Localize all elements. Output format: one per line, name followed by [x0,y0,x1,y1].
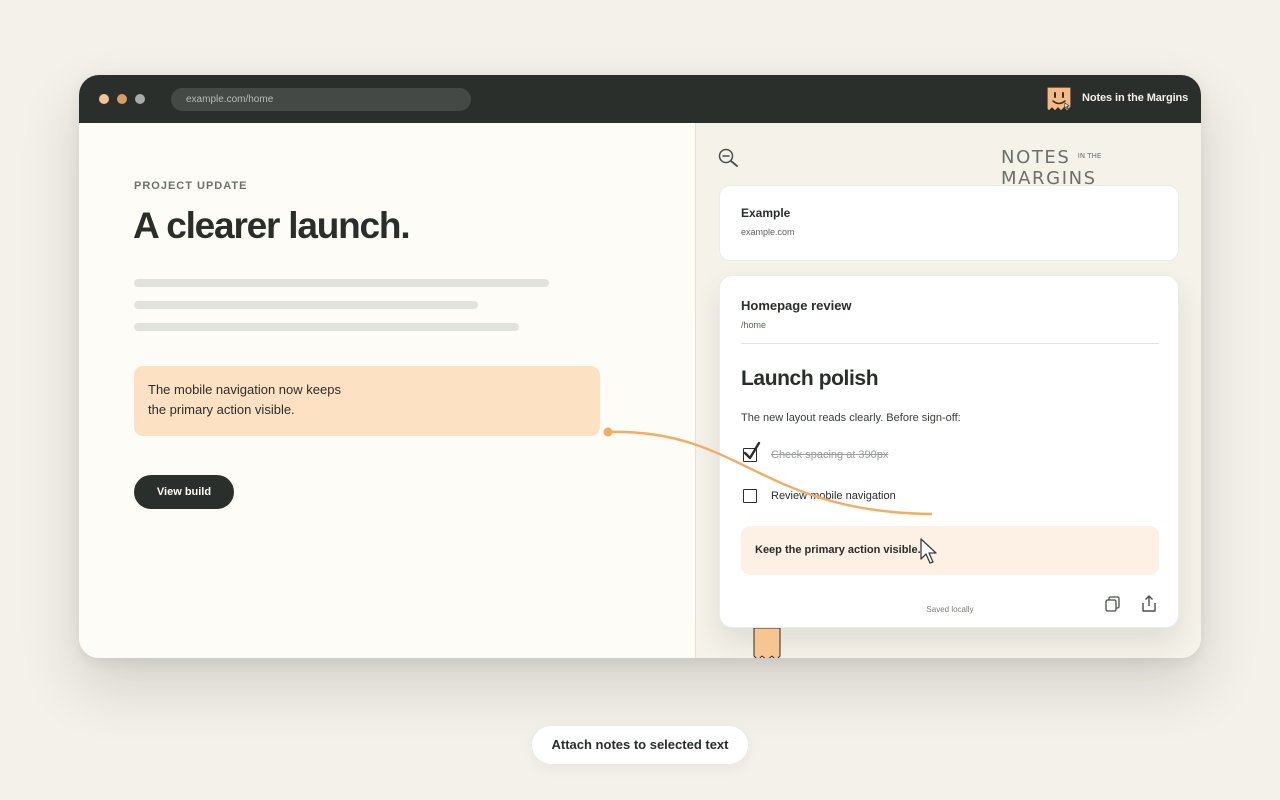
note-callout[interactable]: Keep the primary action visible. [741,526,1159,575]
callout-text: Keep the primary action visible. [755,544,921,556]
site-url: example.com [741,227,795,237]
browser-window: example.com/home Notes in the Margins PR… [79,75,1201,658]
note-body[interactable]: The new layout reads clearly. Before sig… [741,412,961,424]
brand-word-in-the: IN THE [1077,152,1102,160]
extension-name: Notes in the Margins [1082,92,1189,104]
brand-wordmark: NOTES IN THE MARGINS [1001,147,1201,189]
bookmark-tab-icon[interactable] [752,628,782,658]
mouse-cursor-icon [920,538,937,564]
maximize-window-dot[interactable] [135,94,145,104]
extension-logo-icon[interactable] [1045,85,1073,113]
note-path: /home [741,320,767,330]
page-eyebrow: PROJECT UPDATE [134,180,248,192]
highlight-line: The mobile navigation now keeps [148,382,341,397]
checkmark-icon [743,441,761,460]
address-bar[interactable]: example.com/home [171,88,471,111]
view-build-button[interactable]: View build [134,475,234,509]
close-window-dot[interactable] [99,94,109,104]
placeholder-line [134,301,478,309]
notes-sidebar: NOTES IN THE MARGINS Example example.com… [695,123,1201,658]
highlighted-text-selection[interactable]: The mobile navigation now keeps the prim… [134,366,600,436]
task-label: Check spacing at 390px [771,449,889,461]
browser-titlebar: example.com/home Notes in the Margins [79,75,1201,123]
task-checkbox[interactable] [743,489,757,503]
brand-word-notes: NOTES [1001,147,1071,168]
placeholder-line [134,279,549,287]
site-card[interactable]: Example example.com [719,185,1179,261]
site-title: Example [741,206,791,220]
note-heading[interactable]: Launch polish [741,367,879,391]
placeholder-line [134,323,519,331]
minimize-window-dot[interactable] [117,94,127,104]
note-page-title: Homepage review [741,298,852,313]
task-label: Review mobile navigation [771,490,896,502]
divider [741,343,1159,344]
page-headline: A clearer launch. [133,205,411,246]
note-card[interactable]: Homepage review /home Launch polish The … [719,275,1179,628]
web-page: PROJECT UPDATE A clearer launch. The mob… [79,123,695,658]
feature-caption: Attach notes to selected text [532,726,748,764]
share-icon[interactable] [1140,594,1158,614]
copy-icon[interactable] [1104,595,1122,613]
zoom-out-icon[interactable] [717,147,741,169]
highlight-line: the primary action visible. [148,402,295,417]
